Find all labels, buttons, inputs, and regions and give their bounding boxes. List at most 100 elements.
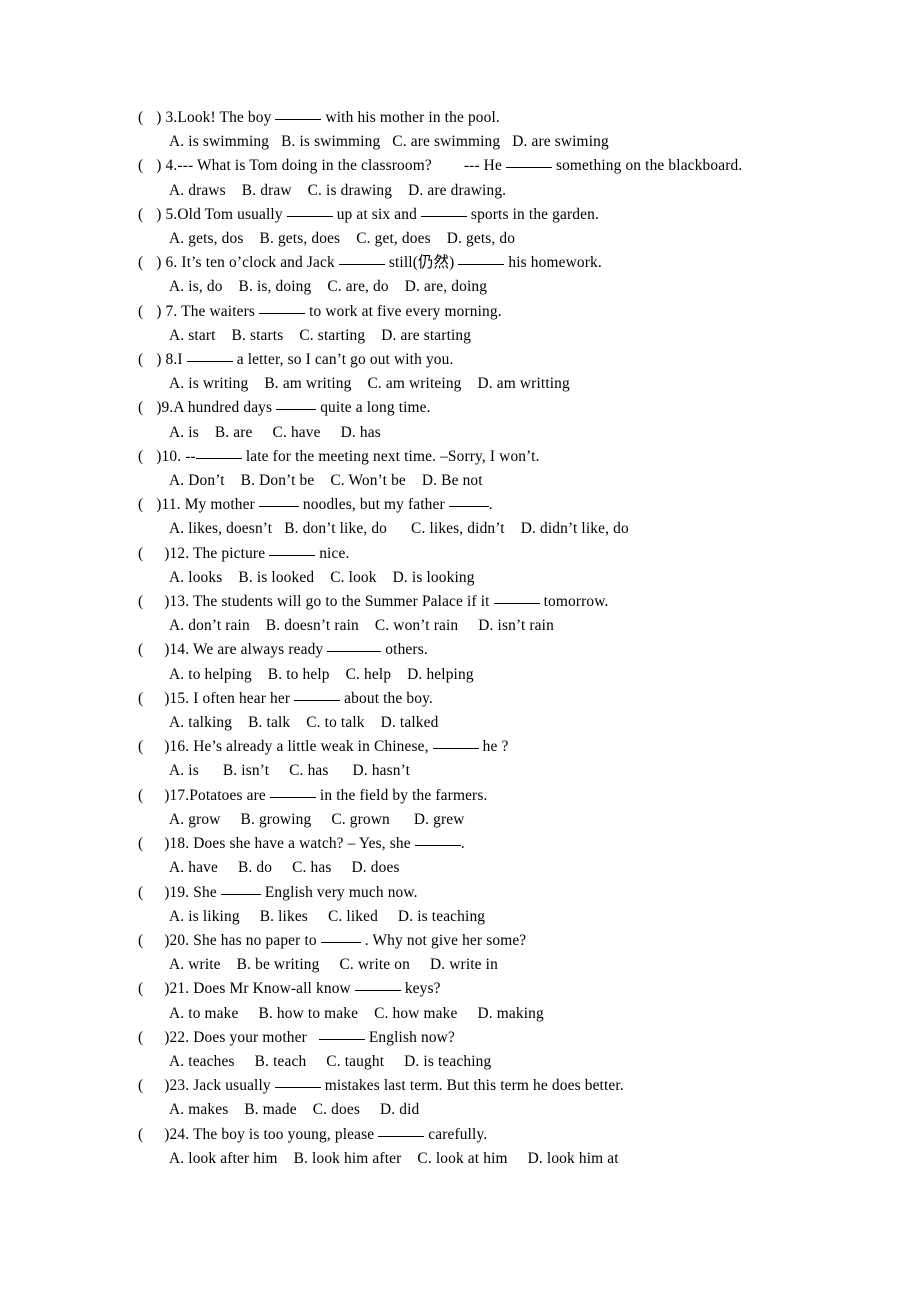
fill-in-blank[interactable]	[220, 882, 261, 895]
question-stem-line: ()20. She has no paper to . Why not give…	[138, 929, 798, 953]
question-item: ()17.Potatoes are in the field by the fa…	[138, 784, 798, 832]
answer-checkbox[interactable]: (	[138, 399, 156, 416]
answer-checkbox[interactable]: (	[138, 254, 156, 271]
answer-checkbox[interactable]: (	[138, 1029, 164, 1046]
question-text: to work at five every morning.	[305, 302, 502, 320]
fill-in-blank[interactable]	[414, 833, 461, 847]
question-stem-line: ()24. The boy is too young, please caref…	[138, 1123, 798, 1147]
question-options-line[interactable]: A. to helping B. to help C. help D. help…	[138, 663, 798, 687]
answer-checkbox[interactable]: (	[138, 884, 164, 901]
question-item: ()10. -- late for the meeting next time.…	[138, 445, 798, 493]
answer-checkbox[interactable]: (	[138, 303, 156, 320]
answer-checkbox[interactable]: (	[138, 496, 156, 513]
fill-in-blank[interactable]	[259, 301, 306, 314]
fill-in-blank[interactable]	[448, 494, 489, 508]
question-text: )9.A hundred days	[156, 399, 277, 417]
question-text: ) 5.Old Tom usually	[156, 205, 287, 223]
question-options-line[interactable]: A. is, do B. is, doing C. are, do D. are…	[138, 275, 798, 299]
question-stem-line: () 7. The waiters to work at five every …	[138, 300, 798, 324]
question-text: still(仍然)	[384, 254, 459, 272]
answer-checkbox[interactable]: (	[138, 1077, 164, 1094]
question-text: )19. She	[164, 883, 221, 901]
answer-checkbox[interactable]: (	[138, 206, 156, 223]
fill-in-blank[interactable]	[432, 736, 479, 750]
question-item: ()22. Does your mother English now? A. te…	[138, 1026, 798, 1074]
fill-in-blank[interactable]	[258, 494, 299, 508]
question-text: ) 7. The waiters	[156, 302, 260, 320]
answer-checkbox[interactable]: (	[138, 932, 164, 949]
question-text: in the field by the farmers.	[315, 786, 488, 804]
question-options-line[interactable]: A. makes B. made C. does D. did	[138, 1098, 798, 1122]
question-options-line[interactable]: A. Don’t B. Don’t be C. Won’t be D. Be n…	[138, 469, 798, 493]
fill-in-blank[interactable]	[378, 1124, 425, 1137]
question-options-line[interactable]: A. is writing B. am writing C. am writei…	[138, 372, 798, 396]
question-stem-line: ()10. -- late for the meeting next time.…	[138, 445, 798, 469]
question-text: keys?	[400, 980, 441, 998]
question-options-line[interactable]: A. start B. starts C. starting D. are st…	[138, 324, 798, 348]
fill-in-blank[interactable]	[275, 107, 322, 120]
question-item: ()19. She English very much now. A. is li…	[138, 881, 798, 929]
question-options-line[interactable]: A. have B. do C. has D. does	[138, 856, 798, 880]
question-options-line[interactable]: A. talking B. talk C. to talk D. talked	[138, 711, 798, 735]
fill-in-blank[interactable]	[195, 446, 242, 459]
answer-checkbox[interactable]: (	[138, 157, 156, 174]
question-text: ) 6. It’s ten o’clock and Jack	[156, 254, 339, 272]
question-options-line[interactable]: A. is B. are C. have D. has	[138, 421, 798, 445]
question-text: )15. I often hear her	[164, 689, 295, 707]
answer-checkbox[interactable]: (	[138, 109, 156, 126]
fill-in-blank[interactable]	[269, 785, 316, 798]
fill-in-blank[interactable]	[327, 639, 382, 653]
question-options-line[interactable]: A. draws B. draw C. is drawing D. are dr…	[138, 179, 798, 203]
question-options-line[interactable]: A. to make B. how to make C. how make D.…	[138, 1002, 798, 1026]
fill-in-blank[interactable]	[320, 930, 361, 943]
question-stem-line: ()15. I often hear her about the boy.	[138, 687, 798, 711]
question-options-line[interactable]: A. look after him B. look him after C. l…	[138, 1147, 798, 1171]
answer-checkbox[interactable]: (	[138, 545, 164, 562]
question-options-line[interactable]: A. likes, doesn’t B. don’t like, do C. l…	[138, 517, 798, 541]
fill-in-blank[interactable]	[318, 1027, 365, 1040]
question-stem-line: ()18. Does she have a watch? – Yes, she …	[138, 832, 798, 856]
question-text: )23. Jack usually	[164, 1077, 275, 1095]
answer-checkbox[interactable]: (	[138, 980, 164, 997]
answer-checkbox[interactable]: (	[138, 448, 156, 465]
fill-in-blank[interactable]	[493, 591, 540, 605]
fill-in-blank[interactable]	[286, 204, 333, 217]
question-item: ()23. Jack usually mistakes last term. B…	[138, 1074, 798, 1122]
question-text: English now?	[364, 1028, 455, 1046]
question-text: )18. Does she have a watch? – Yes, she	[164, 835, 415, 853]
question-stem-line: ()21. Does Mr Know-all know keys?	[138, 977, 798, 1001]
question-options-line[interactable]: A. looks B. is looked C. look D. is look…	[138, 566, 798, 590]
fill-in-blank[interactable]	[420, 204, 467, 217]
question-stem-line: ()14. We are always ready others.	[138, 638, 798, 662]
question-options-line[interactable]: A. don’t rain B. doesn’t rain C. won’t r…	[138, 614, 798, 638]
answer-checkbox[interactable]: (	[138, 1126, 164, 1143]
question-options-line[interactable]: A. gets, dos B. gets, does C. get, does …	[138, 227, 798, 251]
fill-in-blank[interactable]	[269, 543, 316, 556]
question-options-line[interactable]: A. teaches B. teach C. taught D. is teac…	[138, 1050, 798, 1074]
answer-checkbox[interactable]: (	[138, 738, 164, 755]
fill-in-blank[interactable]	[338, 252, 385, 266]
question-text: up at six and	[332, 205, 421, 223]
question-text: mistakes last term. But this term he doe…	[320, 1077, 624, 1095]
fill-in-blank[interactable]	[294, 688, 341, 701]
question-options-line[interactable]: A. is B. isn’t C. has D. hasn’t	[138, 759, 798, 783]
question-options-line[interactable]: A. write B. be writing C. write on D. wr…	[138, 953, 798, 977]
answer-checkbox[interactable]: (	[138, 787, 164, 804]
answer-checkbox[interactable]: (	[138, 593, 164, 610]
question-options-line[interactable]: A. is swimming B. is swimming C. are swi…	[138, 130, 798, 154]
fill-in-blank[interactable]	[354, 978, 401, 992]
answer-checkbox[interactable]: (	[138, 351, 156, 368]
fill-in-blank[interactable]	[458, 252, 505, 266]
fill-in-blank[interactable]	[274, 1075, 321, 1089]
answer-checkbox[interactable]: (	[138, 690, 164, 707]
fill-in-blank[interactable]	[186, 349, 233, 363]
question-item: () 8.I a letter, so I can’t go out with …	[138, 348, 798, 396]
question-options-line[interactable]: A. grow B. growing C. grown D. grew	[138, 808, 798, 832]
fill-in-blank[interactable]	[505, 155, 552, 169]
answer-checkbox[interactable]: (	[138, 641, 164, 658]
question-options-line[interactable]: A. is liking B. likes C. liked D. is tea…	[138, 905, 798, 929]
question-stem-line: ()19. She English very much now.	[138, 881, 798, 905]
question-text: )12. The picture	[164, 544, 270, 562]
answer-checkbox[interactable]: (	[138, 835, 164, 852]
fill-in-blank[interactable]	[276, 397, 317, 411]
